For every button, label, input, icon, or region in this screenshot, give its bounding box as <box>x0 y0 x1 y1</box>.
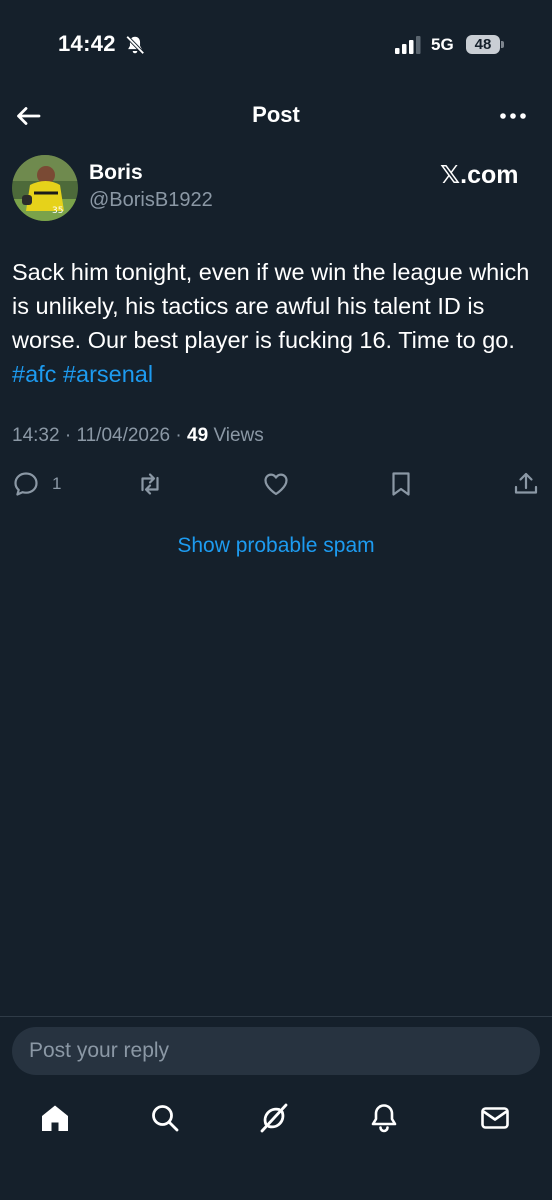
like-button[interactable] <box>262 470 290 502</box>
post-text: Sack him tonight, even if we win the lea… <box>12 255 540 391</box>
post-body: Sack him tonight, even if we win the lea… <box>12 259 530 353</box>
bookmark-icon <box>392 472 410 496</box>
page-title: Post <box>252 102 300 127</box>
grok-icon <box>260 1103 288 1133</box>
svg-text:35: 35 <box>52 206 63 216</box>
views-label: Views <box>213 425 264 446</box>
post-date: 11/04/2026 <box>76 425 171 446</box>
author-name[interactable]: Boris <box>89 161 143 185</box>
reply-count: 1 <box>52 474 62 493</box>
nav-notifications[interactable] <box>368 1102 400 1134</box>
share-icon <box>514 472 538 494</box>
retweet-button[interactable] <box>136 470 164 502</box>
reply-button[interactable] <box>12 470 40 502</box>
nav-home[interactable] <box>39 1102 71 1134</box>
share-button[interactable] <box>512 470 540 502</box>
bookmark-button[interactable] <box>387 470 415 502</box>
retweet-icon <box>141 473 159 495</box>
more-horizontal-icon[interactable] <box>496 104 530 128</box>
post-detail-screen: 14:42 5G 48 Post 35 Boris @BorisB1922 𝕏.… <box>0 0 552 1200</box>
divider <box>0 1016 552 1017</box>
status-time: 14:42 <box>58 31 116 56</box>
heart-icon <box>264 473 288 496</box>
post-meta: 14:32 · 11/04/2026 · 49 Views <box>12 425 264 446</box>
network-type: 5G <box>431 35 454 54</box>
bell-off-icon <box>125 35 145 55</box>
views-count: 49 <box>187 425 209 446</box>
reply-input[interactable]: Post your reply <box>12 1027 540 1075</box>
battery-icon: 48 <box>466 35 500 54</box>
bell-icon <box>371 1104 397 1133</box>
source-label: 𝕏.com <box>440 161 519 189</box>
search-icon <box>152 1105 179 1132</box>
battery-tip <box>501 41 504 48</box>
comment-icon <box>14 472 38 496</box>
hashtag-link[interactable]: #arsenal <box>63 361 153 387</box>
nav-messages[interactable] <box>479 1102 511 1134</box>
cellular-signal-icon <box>395 36 421 54</box>
author-handle[interactable]: @BorisB1922 <box>89 189 213 212</box>
mail-icon <box>481 1107 509 1129</box>
nav-search[interactable] <box>149 1102 181 1134</box>
show-probable-spam-link[interactable]: Show probable spam <box>0 534 552 558</box>
nav-grok[interactable] <box>258 1102 290 1134</box>
status-bar: 14:42 5G 48 <box>0 0 552 90</box>
avatar[interactable]: 35 <box>12 155 78 221</box>
home-icon <box>42 1105 68 1131</box>
hashtag-link[interactable]: #afc <box>12 361 56 387</box>
post-time: 14:32 <box>12 425 60 446</box>
